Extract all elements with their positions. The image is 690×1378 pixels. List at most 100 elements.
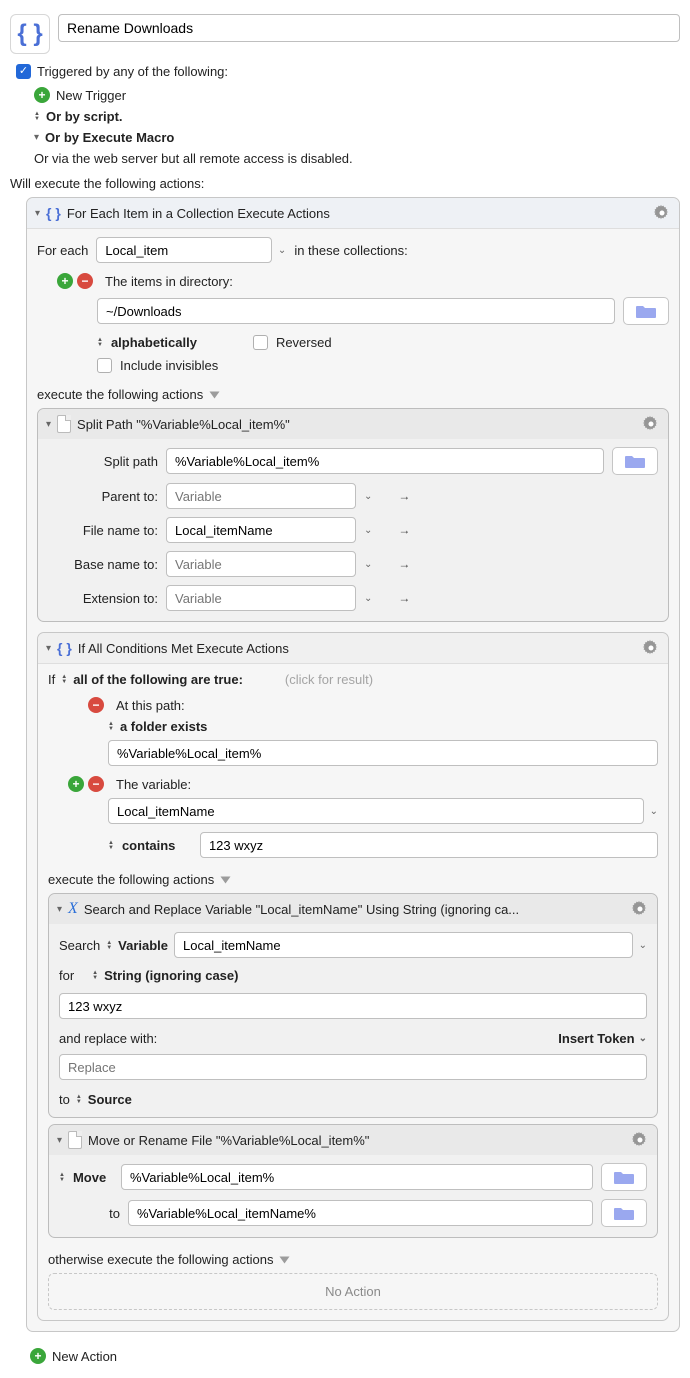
directory-input[interactable] <box>97 298 615 324</box>
arrow-right-icon[interactable]: → <box>398 557 410 571</box>
variable-selector[interactable]: Variable <box>118 938 168 953</box>
new-trigger-label: New Trigger <box>56 88 126 103</box>
foreach-title: For Each Item in a Collection Execute Ac… <box>67 206 330 221</box>
plus-icon: + <box>30 1348 46 1364</box>
or-script-label: Or by script. <box>46 109 123 124</box>
exec-actions-label: execute the following actions <box>37 387 203 402</box>
updown-icon[interactable] <box>106 941 112 950</box>
gear-icon[interactable] <box>631 900 649 918</box>
triangle-icon[interactable] <box>210 391 220 398</box>
reversed-checkbox[interactable] <box>253 335 268 350</box>
updown-icon[interactable] <box>76 1095 82 1104</box>
chevron-down-icon[interactable]: ⌄ <box>650 806 658 817</box>
for-type-label: String (ignoring case) <box>104 968 238 983</box>
choose-folder-button[interactable] <box>601 1163 647 1191</box>
split-row-input[interactable] <box>166 551 356 577</box>
chevron-down-icon[interactable]: ⌄ <box>364 525 372 536</box>
document-icon <box>68 1131 82 1149</box>
braces-icon: { } <box>57 640 72 656</box>
gear-icon[interactable] <box>653 204 671 222</box>
choose-folder-button[interactable] <box>601 1199 647 1227</box>
plus-icon: + <box>34 87 50 103</box>
search-title: Search and Replace Variable "Local_itemN… <box>84 902 519 917</box>
chevron-down-icon[interactable]: ⌄ <box>364 559 372 570</box>
updown-icon[interactable] <box>108 722 114 731</box>
new-trigger-button[interactable]: + New Trigger <box>34 87 680 103</box>
remove-condition-icon[interactable]: − <box>88 697 104 713</box>
add-collection-icon[interactable]: + <box>57 273 73 289</box>
macro-name-input[interactable] <box>58 14 680 42</box>
split-row-input[interactable] <box>166 517 356 543</box>
var-cond-label: The variable: <box>116 777 191 792</box>
updown-icon <box>34 112 40 121</box>
replace-input[interactable] <box>59 1054 647 1080</box>
split-row-input[interactable] <box>166 483 356 509</box>
chevron-down-icon[interactable]: ⌄ <box>639 940 647 951</box>
macro-type-icon: { } <box>10 14 50 54</box>
arrow-right-icon[interactable]: → <box>398 591 410 605</box>
gear-icon[interactable] <box>631 1131 649 1149</box>
replace-label: and replace with: <box>59 1031 157 1046</box>
insert-token-button[interactable]: Insert Token ⌄ <box>558 1031 647 1046</box>
disclosure-icon[interactable]: ▾ <box>46 643 51 654</box>
arrow-right-icon[interactable]: → <box>398 523 410 537</box>
exec-heading: Will execute the following actions: <box>10 176 680 191</box>
braces-icon: { } <box>17 20 42 48</box>
or-execute-macro-row[interactable]: ▾ Or by Execute Macro <box>34 130 680 145</box>
triggered-label: Triggered by any of the following: <box>37 64 228 79</box>
move-title: Move or Rename File "%Variable%Local_ite… <box>88 1133 369 1148</box>
for-each-label: For each <box>37 243 88 258</box>
no-action-dropzone[interactable]: No Action <box>48 1273 658 1310</box>
if-label: If <box>48 672 55 687</box>
remove-collection-icon[interactable]: − <box>77 273 93 289</box>
triangle-icon[interactable] <box>221 876 231 883</box>
path-cond-label: At this path: <box>116 698 185 713</box>
split-row-label: Parent to: <box>48 489 158 504</box>
foreach-var-input[interactable] <box>96 237 272 263</box>
op-value-input[interactable] <box>200 832 658 858</box>
split-row-label: Base name to: <box>48 557 158 572</box>
click-for-result[interactable]: (click for result) <box>285 672 373 687</box>
chevron-down-icon[interactable]: ⌄ <box>278 245 286 256</box>
braces-icon: { } <box>46 205 61 221</box>
to-label: to <box>80 1206 120 1221</box>
or-script-row[interactable]: Or by script. <box>34 109 680 124</box>
new-action-button[interactable]: + New Action <box>30 1348 680 1364</box>
updown-icon[interactable] <box>92 971 98 980</box>
disclosure-icon[interactable]: ▾ <box>57 904 62 915</box>
triangle-icon[interactable] <box>280 1256 290 1263</box>
op-label: contains <box>122 838 192 853</box>
cond-var-input[interactable] <box>108 798 644 824</box>
for-value-input[interactable] <box>59 993 647 1019</box>
for-label: for <box>59 968 74 983</box>
updown-icon[interactable] <box>59 1173 65 1182</box>
split-path-input[interactable] <box>166 448 604 474</box>
disclosure-icon[interactable]: ▾ <box>35 208 40 219</box>
split-row-label: File name to: <box>48 523 158 538</box>
choose-folder-button[interactable] <box>612 447 658 475</box>
move-dest-input[interactable] <box>128 1200 593 1226</box>
triggered-checkbox[interactable] <box>16 64 31 79</box>
or-exec-macro-label: Or by Execute Macro <box>45 130 174 145</box>
disclosure-icon[interactable]: ▾ <box>46 419 51 430</box>
choose-folder-button[interactable] <box>623 297 669 325</box>
arrow-right-icon[interactable]: → <box>398 489 410 503</box>
path-value-input[interactable] <box>108 740 658 766</box>
move-source-input[interactable] <box>121 1164 593 1190</box>
search-var-input[interactable] <box>174 932 633 958</box>
split-row-input[interactable] <box>166 585 356 611</box>
updown-icon[interactable] <box>108 841 114 850</box>
disclosure-icon[interactable]: ▾ <box>57 1135 62 1146</box>
gear-icon[interactable] <box>642 415 660 433</box>
chevron-down-icon[interactable]: ⌄ <box>364 593 372 604</box>
updown-icon[interactable] <box>97 338 103 347</box>
gear-icon[interactable] <box>642 639 660 657</box>
add-condition-icon[interactable]: + <box>68 776 84 792</box>
items-dir-label: The items in directory: <box>105 274 233 289</box>
to-target-label: Source <box>88 1092 132 1107</box>
invisibles-checkbox[interactable] <box>97 358 112 373</box>
remove-condition-icon[interactable]: − <box>88 776 104 792</box>
updown-icon[interactable] <box>61 675 67 684</box>
reversed-label: Reversed <box>276 335 332 350</box>
chevron-down-icon[interactable]: ⌄ <box>364 491 372 502</box>
